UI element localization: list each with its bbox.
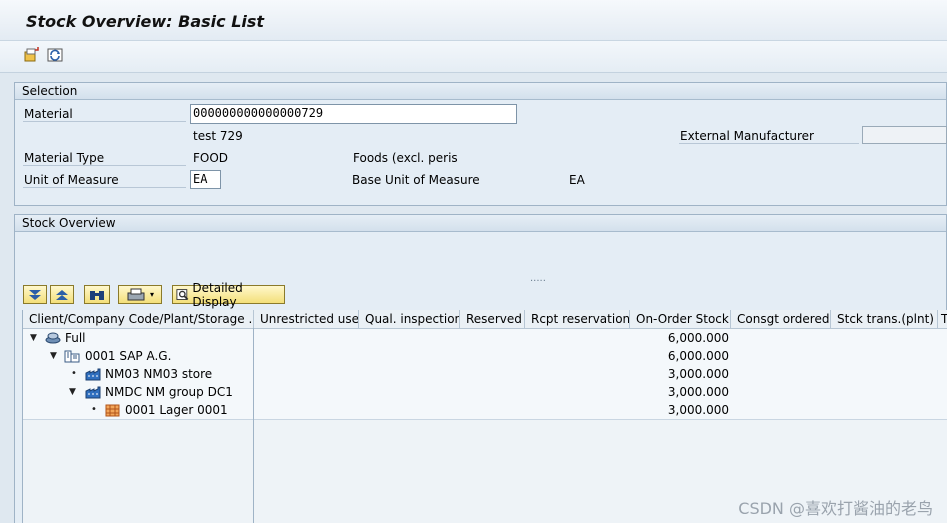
- on-order-stock-value: 3,000.000: [667, 367, 729, 381]
- client-icon: [45, 332, 61, 344]
- expand-icon: [29, 289, 41, 300]
- tree-node-label: NMDC NM group DC1: [105, 385, 233, 399]
- other-material-icon[interactable]: [22, 46, 40, 64]
- plant-icon: [85, 386, 101, 399]
- collapse-icon: [56, 289, 68, 300]
- expanded-node-icon[interactable]: ▼: [69, 383, 76, 401]
- column-header-qual-inspection[interactable]: Qual. inspection: [359, 310, 460, 328]
- tree-node-label: 0001 Lager 0001: [125, 403, 228, 417]
- print-button[interactable]: ▾: [118, 285, 162, 304]
- stock-tree-grid: Client/Company Code/Plant/Storage ... Un…: [22, 310, 947, 523]
- tree-node-label: NM03 NM03 store: [105, 367, 213, 381]
- tree-cell: ▼ NMDC NM group DC1: [23, 383, 254, 401]
- material-input[interactable]: 000000000000000729: [190, 104, 517, 124]
- detailed-display-label: Detailed Display: [192, 280, 243, 309]
- magnifier-icon: [176, 288, 189, 300]
- refresh-icon[interactable]: [46, 46, 64, 64]
- on-order-stock-value: 6,000.000: [667, 331, 729, 345]
- unit-of-measure-input[interactable]: EA: [190, 170, 221, 189]
- page-title: Stock Overview: Basic List: [26, 12, 265, 31]
- column-header-hierarchy[interactable]: Client/Company Code/Plant/Storage ...: [23, 310, 254, 328]
- printer-icon: [127, 288, 145, 300]
- tree-node-label: Full: [65, 331, 86, 345]
- expand-all-button[interactable]: [23, 285, 47, 304]
- tree-cell: • NM03 NM03 store: [23, 365, 254, 383]
- material-description: test 729: [193, 129, 243, 143]
- table-row[interactable]: ▼ Full 6,000.000: [23, 329, 947, 348]
- column-header-stck-trans[interactable]: Stck trans.(plnt): [831, 310, 938, 328]
- column-header-rcpt-reservation[interactable]: Rcpt reservation: [525, 310, 630, 328]
- watermark: CSDN @喜欢打酱油的老鸟: [738, 499, 933, 518]
- table-row[interactable]: • 0001 Lager 0001 3,000.000: [23, 401, 947, 420]
- external-manufacturer-label: External Manufacturer: [679, 129, 859, 144]
- column-header-consgt-ordered[interactable]: Consgt ordered: [731, 310, 831, 328]
- table-row[interactable]: ▼ 0001 SAP A.G. 6,000.000: [23, 347, 947, 366]
- column-header-reserved[interactable]: Reserved: [460, 310, 525, 328]
- leaf-bullet-icon: •: [91, 404, 97, 415]
- base-unit-label: Base Unit of Measure: [352, 173, 480, 187]
- table-row[interactable]: • NM03 NM03 store 3,000.000: [23, 365, 947, 384]
- unit-of-measure-label: Unit of Measure: [23, 173, 186, 188]
- find-button[interactable]: [84, 285, 110, 304]
- storage-location-icon: [105, 404, 120, 417]
- collapse-all-button[interactable]: [50, 285, 74, 304]
- tree-node-label: 0001 SAP A.G.: [85, 349, 172, 363]
- expanded-node-icon[interactable]: ▼: [30, 329, 37, 347]
- plant-icon: [85, 368, 101, 381]
- stock-overview-header: Stock Overview: [15, 215, 946, 232]
- alv-toolbar: ▾ Detailed Display: [15, 281, 947, 309]
- selection-header: Selection: [15, 83, 946, 100]
- on-order-stock-value: 3,000.000: [667, 385, 729, 399]
- tree-cell: ▼ 0001 SAP A.G.: [23, 347, 254, 365]
- detailed-display-button[interactable]: Detailed Display: [172, 281, 285, 309]
- material-type-label: Material Type: [23, 151, 186, 166]
- application-toolbar: [0, 41, 947, 73]
- expanded-node-icon[interactable]: ▼: [50, 347, 57, 365]
- tree-cell: ▼ Full: [23, 329, 254, 347]
- table-row[interactable]: ▼ NMDC NM group DC1 3,000.000: [23, 383, 947, 402]
- material-type-value: FOOD: [193, 151, 229, 165]
- column-header-on-order-stock[interactable]: On-Order Stock: [630, 310, 731, 328]
- title-bar: Stock Overview: Basic List: [0, 0, 947, 41]
- chevron-down-icon: ▾: [149, 290, 154, 299]
- tree-cell: • 0001 Lager 0001: [23, 401, 254, 419]
- base-unit-value: EA: [569, 173, 585, 187]
- material-type-description: Foods (excl. peris: [353, 151, 458, 165]
- grid-header: Client/Company Code/Plant/Storage ... Un…: [23, 310, 947, 329]
- material-label: Material: [23, 107, 186, 122]
- binoculars-icon: [90, 290, 104, 300]
- column-header-t[interactable]: T: [938, 310, 947, 328]
- on-order-stock-value: 3,000.000: [667, 403, 729, 417]
- on-order-stock-value: 6,000.000: [667, 349, 729, 363]
- leaf-bullet-icon: •: [71, 368, 77, 379]
- column-header-unrestricted[interactable]: Unrestricted use: [254, 310, 359, 328]
- tree-column-divider: [253, 328, 254, 523]
- company-code-icon: [64, 350, 80, 363]
- external-manufacturer-field[interactable]: [862, 126, 947, 144]
